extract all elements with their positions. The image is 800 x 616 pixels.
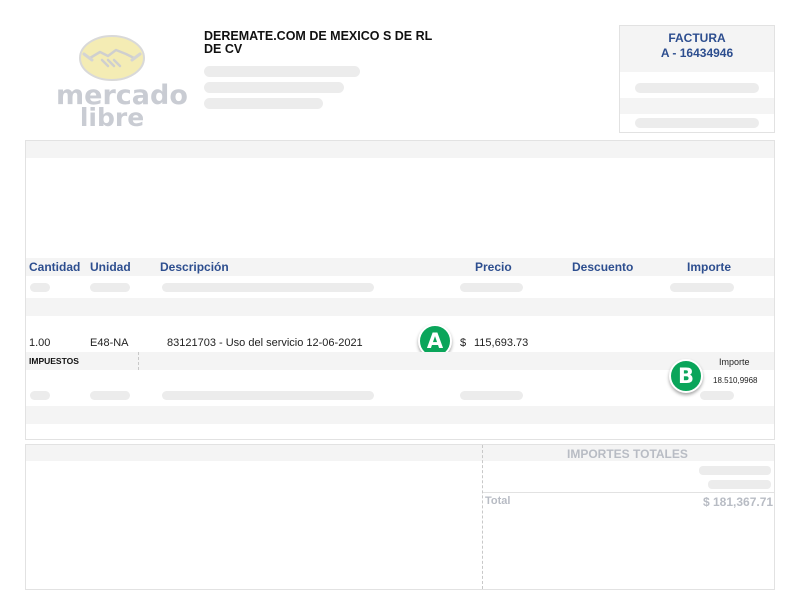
header-unidad: Unidad bbox=[90, 260, 131, 274]
address-placeholder bbox=[204, 98, 323, 109]
cell-placeholder bbox=[700, 391, 734, 400]
totals-title: IMPORTES TOTALES bbox=[567, 447, 688, 461]
totals-box bbox=[25, 444, 775, 590]
table-header-band bbox=[26, 258, 774, 276]
row-cantidad: 1.00 bbox=[29, 337, 51, 349]
total-label: Total bbox=[485, 495, 511, 507]
address-placeholder bbox=[204, 82, 344, 93]
factura-detail-placeholder bbox=[635, 118, 759, 128]
header-precio: Precio bbox=[475, 260, 512, 274]
header-cantidad: Cantidad bbox=[29, 260, 81, 274]
total-value: $ 181,367.71 bbox=[703, 495, 774, 509]
totals-placeholder bbox=[708, 480, 771, 489]
row-unidad: E48-NA bbox=[90, 337, 129, 349]
table-bottom-band bbox=[26, 406, 774, 424]
factura-detail-placeholder bbox=[635, 83, 759, 93]
impuestos-importe-label: Importe bbox=[719, 357, 750, 367]
impuestos-divider bbox=[138, 352, 139, 370]
cell-placeholder bbox=[90, 283, 130, 292]
factura-row-band bbox=[620, 98, 774, 114]
factura-box: FACTURA A - 16434946 bbox=[619, 25, 775, 133]
address-placeholder bbox=[204, 66, 360, 77]
header-descripcion: Descripción bbox=[160, 260, 229, 274]
header-descuento: Descuento bbox=[572, 260, 634, 274]
table-stripe-band bbox=[26, 298, 774, 316]
row-descripcion: 83121703 - Uso del servicio 12-06-2021 bbox=[167, 337, 363, 349]
cell-placeholder bbox=[460, 283, 523, 292]
items-table-box bbox=[25, 140, 775, 440]
badge-b: B bbox=[669, 359, 703, 393]
cell-placeholder bbox=[460, 391, 523, 400]
cell-placeholder bbox=[30, 391, 50, 400]
cell-placeholder bbox=[90, 391, 130, 400]
impuestos-label: IMPUESTOS bbox=[29, 356, 79, 366]
table-top-band bbox=[26, 141, 774, 158]
cell-placeholder bbox=[30, 283, 50, 292]
cell-placeholder bbox=[162, 283, 374, 292]
totals-divider bbox=[482, 445, 483, 589]
totals-placeholder bbox=[699, 466, 771, 475]
factura-title: FACTURA bbox=[668, 31, 726, 45]
row-currency: $ bbox=[460, 337, 467, 349]
header-importe: Importe bbox=[687, 260, 732, 274]
mercado-libre-logo: mercado libre bbox=[56, 30, 188, 132]
totals-separator bbox=[483, 492, 774, 493]
company-name: DEREMATE.COM DE MEXICO S DE RL DE CV bbox=[204, 29, 433, 56]
cell-placeholder bbox=[162, 391, 374, 400]
row-precio: 115,693.73 bbox=[474, 337, 529, 349]
handshake-icon bbox=[79, 35, 145, 81]
factura-number: A - 16434946 bbox=[660, 46, 734, 60]
logo-word-libre: libre bbox=[79, 103, 145, 132]
impuestos-importe-value: 18.510,9968 bbox=[713, 376, 758, 385]
cell-placeholder bbox=[670, 283, 734, 292]
